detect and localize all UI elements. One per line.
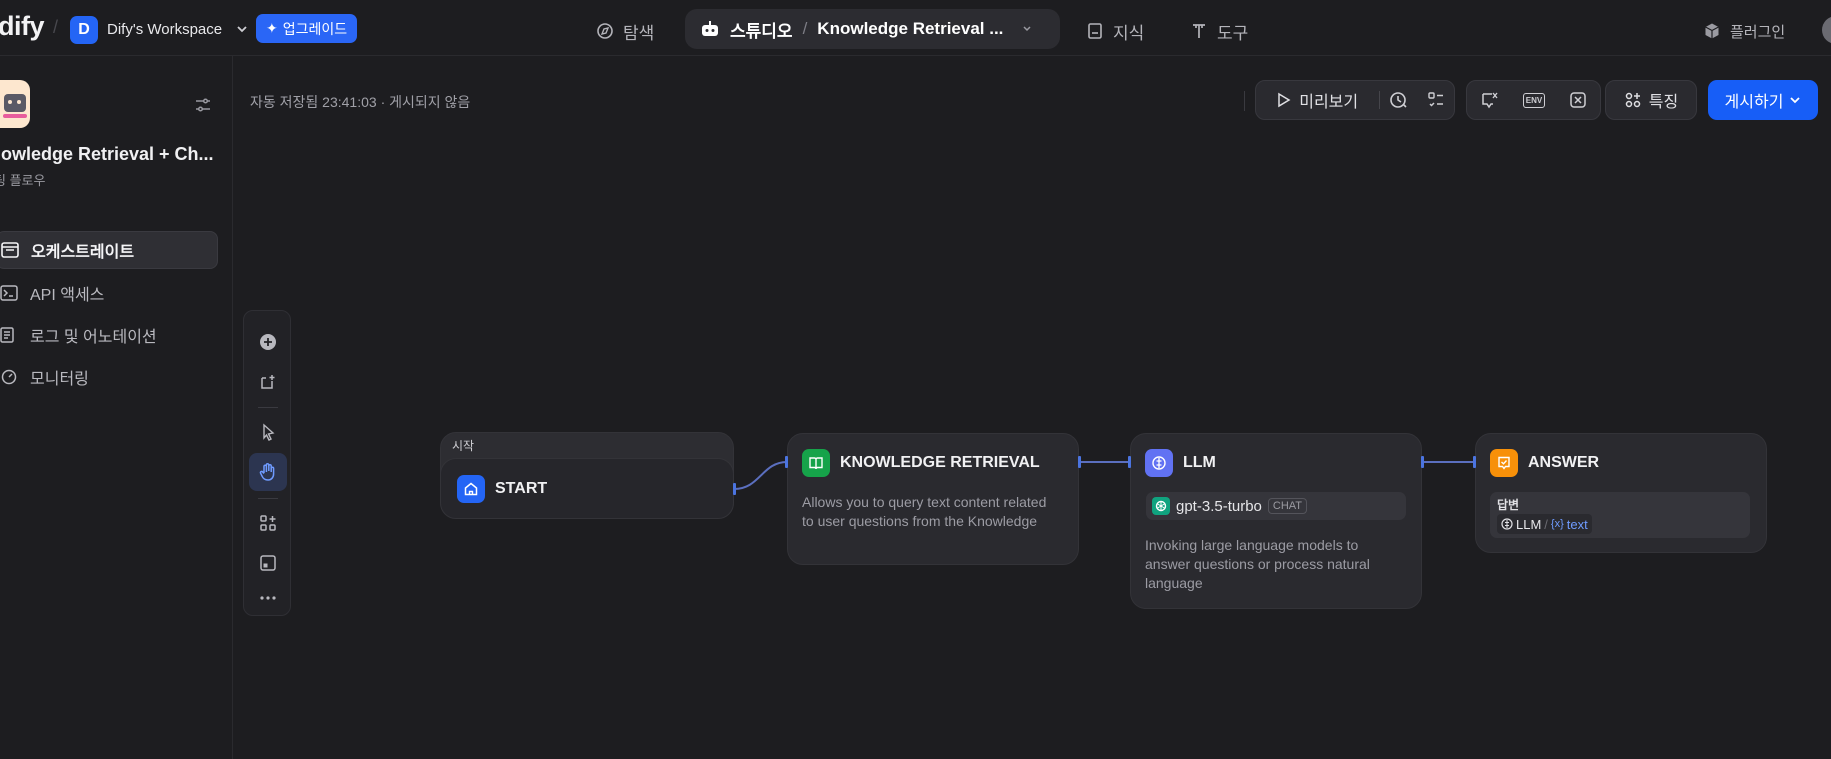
knowledge-retrieval-node[interactable]: KNOWLEDGE RETRIEVAL Allows you to query …	[787, 433, 1079, 565]
variable-ref-node: LLM	[1516, 516, 1542, 532]
llm-node-description: Invoking large language models to answer…	[1145, 537, 1370, 591]
variable-ref-separator: /	[1544, 516, 1548, 532]
knowledge-node-header: KNOWLEDGE RETRIEVAL	[802, 449, 1040, 477]
home-icon	[457, 475, 485, 503]
knowledge-node-description: Allows you to query text content related…	[802, 494, 1047, 529]
start-node-title: START	[495, 480, 548, 497]
start-output-handle[interactable]	[733, 483, 736, 495]
variable-ref-name: text	[1566, 516, 1588, 532]
start-node-card[interactable]: START	[440, 458, 734, 519]
llm-node-header: LLM	[1145, 449, 1216, 477]
book-icon	[802, 449, 830, 477]
start-node-header: START	[457, 475, 547, 503]
llm-node-title: LLM	[1183, 454, 1216, 471]
llm-model-name: gpt-3.5-turbo	[1176, 497, 1262, 515]
answer-node-header: ANSWER	[1490, 449, 1599, 477]
node-group-label: 시작	[452, 439, 475, 453]
answer-field-label: 답변	[1497, 498, 1520, 512]
answer-field[interactable]: 답변 LLM / {x} text	[1490, 492, 1750, 538]
llm-model-chip[interactable]: gpt-3.5-turbo CHAT	[1146, 492, 1406, 520]
openai-icon	[1152, 497, 1170, 515]
knowledge-node-title: KNOWLEDGE RETRIEVAL	[840, 454, 1040, 471]
variable-icon: {x}	[1550, 518, 1564, 530]
answer-icon	[1490, 449, 1518, 477]
answer-node[interactable]: ANSWER 답변 LLM / {x} text	[1475, 433, 1767, 553]
llm-output-handle[interactable]	[1421, 456, 1424, 468]
llm-node[interactable]: LLM gpt-3.5-turbo CHAT Invoking large la…	[1130, 433, 1422, 609]
answer-input-handle[interactable]	[1473, 456, 1476, 468]
knowledge-input-handle[interactable]	[785, 456, 788, 468]
start-node[interactable]: 시작 START	[440, 432, 734, 519]
variable-reference[interactable]: LLM / {x} text	[1497, 514, 1592, 534]
llm-model-mode-tag: CHAT	[1267, 498, 1308, 514]
workflow-edges	[733, 461, 1476, 490]
answer-node-title: ANSWER	[1528, 454, 1600, 471]
knowledge-output-handle[interactable]	[1078, 456, 1081, 468]
llm-input-handle[interactable]	[1128, 456, 1131, 468]
edge-start-knowledge	[733, 461, 788, 490]
brain-icon	[1145, 449, 1173, 477]
brain-icon	[1501, 518, 1513, 530]
